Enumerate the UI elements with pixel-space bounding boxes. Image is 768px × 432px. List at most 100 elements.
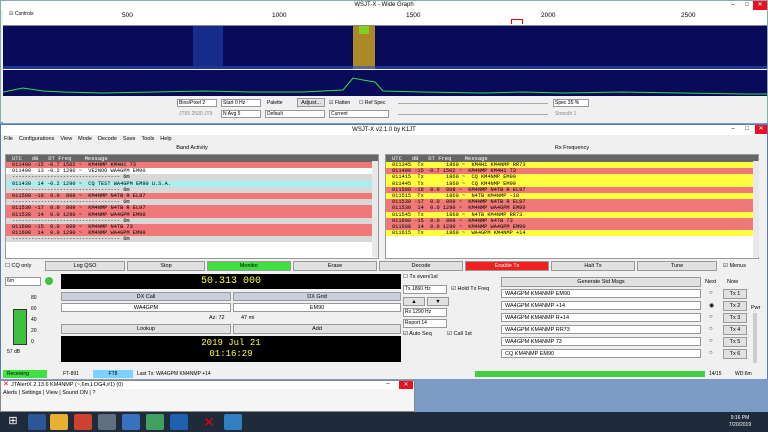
enable-tx-button[interactable]: Enable Tx xyxy=(465,261,549,271)
meter-db: 57 dB xyxy=(7,349,21,355)
windows-start-icon[interactable]: ⊞ xyxy=(4,414,22,430)
jtalert-menu[interactable]: Alerts | Settings | View | Sound ON | ? xyxy=(3,390,95,396)
palette-select[interactable]: Default xyxy=(265,110,325,118)
tx-message-row: CQ KM4NMP EM90 ○ Tx 6 xyxy=(501,349,751,360)
band-scrollbar[interactable] xyxy=(372,161,378,257)
controls-checkbox[interactable]: ☑ Controls xyxy=(9,11,34,17)
adjust-button[interactable]: Adjust... xyxy=(297,98,325,107)
close-icon[interactable]: ✕ xyxy=(753,1,767,10)
close-icon[interactable]: ✕ xyxy=(755,125,767,134)
flatten-checkbox[interactable]: ☑ Flatten xyxy=(329,100,350,106)
tx-message-row: WA4GPM KM4NMP R+14 ○ Tx 3 xyxy=(501,313,751,324)
jtalert-taskbar-icon[interactable]: ✕ xyxy=(200,414,218,430)
rx-freq-spinbox[interactable]: Rx 1290 Hz xyxy=(403,308,447,317)
tx-even-checkbox[interactable]: ☐ Tx even/1st xyxy=(403,274,438,280)
maximize-icon[interactable]: □ xyxy=(741,1,753,10)
tx-now-button[interactable]: Tx 6 xyxy=(723,349,747,359)
menu-tools[interactable]: Tools xyxy=(141,136,154,142)
menu-save[interactable]: Save xyxy=(123,136,136,142)
menu-help[interactable]: Help xyxy=(160,136,171,142)
call-1st-checkbox[interactable]: ☑ Call 1st xyxy=(447,331,472,337)
band-activity-pane[interactable]: UTC dB DT Freq Message 011400 -15 -0.7 1… xyxy=(5,154,379,259)
n-avg-spinbox[interactable]: N Avg 5 xyxy=(221,110,261,118)
minimize-icon[interactable]: – xyxy=(727,1,739,10)
tx-message-input[interactable]: CQ KM4NMP EM90 xyxy=(501,349,701,358)
report-spinbox[interactable]: Report 14 xyxy=(403,319,447,328)
dx-grid-input[interactable]: EM90 xyxy=(233,303,401,312)
tx-now-button[interactable]: Tx 3 xyxy=(723,313,747,323)
main-window: WSJT-X v2.1.0 by K1JT – □ ✕ File Configur… xyxy=(0,124,768,379)
tx-now-button[interactable]: Tx 1 xyxy=(723,289,747,299)
generate-std-msgs-button[interactable]: Generate Std Msgs xyxy=(501,277,701,287)
next-radio[interactable]: ○ xyxy=(709,350,713,356)
file-explorer-icon[interactable] xyxy=(50,414,68,430)
ref-spec-checkbox[interactable]: ☐ Ref Spec xyxy=(359,100,385,106)
spec-spinbox[interactable]: Spec 35 % xyxy=(553,99,589,107)
dx-call-input[interactable]: WA4GPM xyxy=(61,303,231,312)
tx-now-button[interactable]: Tx 5 xyxy=(723,337,747,347)
add-button[interactable]: Add xyxy=(233,324,401,334)
pwr-slider[interactable] xyxy=(753,313,757,363)
tx-message-input[interactable]: WA4GPM KM4NMP +14 xyxy=(501,301,701,310)
signal-meter: 80 60 40 20 0 57 dB xyxy=(5,291,55,355)
minimize-icon[interactable]: – xyxy=(383,381,393,389)
tx-now-button[interactable]: Tx 2 xyxy=(723,301,747,311)
menus-checkbox[interactable]: ☑ Menus xyxy=(723,263,746,269)
app-icon[interactable] xyxy=(146,414,164,430)
tx-message-input[interactable]: WA4GPM KM4NMP R+14 xyxy=(501,313,701,322)
chrome-icon[interactable] xyxy=(74,414,92,430)
spectrum-select[interactable]: Current xyxy=(329,110,389,118)
app-icon[interactable] xyxy=(224,414,242,430)
hold-tx-checkbox[interactable]: ☑ Hold Tx Freq xyxy=(451,286,489,292)
decode-row[interactable]: ---------------------------------- 6m xyxy=(6,236,378,243)
zero-slider[interactable] xyxy=(398,114,548,115)
tx-now-button[interactable]: Tx 4 xyxy=(723,325,747,335)
meter-label: 0 xyxy=(31,339,34,345)
auto-seq-checkbox[interactable]: ☑ Auto Seq xyxy=(403,331,432,337)
band-select[interactable]: 6m xyxy=(5,277,41,286)
erase-button[interactable]: Erase xyxy=(293,261,377,271)
rx-frequency-pane[interactable]: UTC dB DT Freq Message 011345 Tx 1860 ~ … xyxy=(385,154,759,259)
decode-row[interactable]: 011615 Tx 1860 ~ WA4GPM KM4NMP +14 xyxy=(386,230,758,237)
menu-mode[interactable]: Mode xyxy=(78,136,92,142)
rx-scrollbar[interactable] xyxy=(753,161,759,257)
app-icon[interactable] xyxy=(98,414,116,430)
decode-button[interactable]: Decode xyxy=(379,261,463,271)
menu-view[interactable]: View xyxy=(60,136,72,142)
start-spinbox[interactable]: Start 0 Hz xyxy=(221,99,261,107)
menu-file[interactable]: File xyxy=(4,136,13,142)
close-icon[interactable]: ✕ xyxy=(399,381,413,389)
now-header: Now xyxy=(727,279,739,285)
next-radio[interactable]: ○ xyxy=(709,314,713,320)
next-radio[interactable]: ◉ xyxy=(709,302,714,309)
stop-button[interactable]: Stop xyxy=(127,261,205,271)
monitor-button[interactable]: Monitor xyxy=(207,261,291,271)
clock-time: 9:16 PM xyxy=(730,415,750,421)
jtalert-title: JTAlertX 2.13.6 KM4NMP (~,6m,LOG4,#1) (0… xyxy=(1,381,414,389)
next-radio[interactable]: ○ xyxy=(709,290,713,296)
lookup-button[interactable]: Lookup xyxy=(61,324,231,334)
tx-to-rx-button[interactable]: ▲ xyxy=(403,297,425,306)
menu-decode[interactable]: Decode xyxy=(98,136,117,142)
halt-tx-button[interactable]: Halt Tx xyxy=(551,261,635,271)
app-icon[interactable] xyxy=(122,414,140,430)
jtalert-window: JTAlertX 2.13.6 KM4NMP (~,6m,LOG4,#1) (0… xyxy=(0,380,415,412)
tx-freq-spinbox[interactable]: Tx 1860 Hz xyxy=(403,285,447,294)
app-icon[interactable] xyxy=(170,414,188,430)
maximize-icon[interactable]: □ xyxy=(741,125,753,134)
tx-message-input[interactable]: WA4GPM KM4NMP EM90 xyxy=(501,289,701,298)
tune-button[interactable]: Tune xyxy=(637,261,717,271)
minimize-icon[interactable]: – xyxy=(727,125,739,134)
gain-slider[interactable] xyxy=(398,103,548,104)
tx-message-input[interactable]: WA4GPM KM4NMP RR73 xyxy=(501,325,701,334)
menu-configurations[interactable]: Configurations xyxy=(19,136,54,142)
rx-to-tx-button[interactable]: ▼ xyxy=(427,297,449,306)
bins-spinbox[interactable]: Bins/Pixel 2 xyxy=(177,99,217,107)
next-radio[interactable]: ○ xyxy=(709,338,713,344)
cq-only-checkbox[interactable]: ☐ CQ only xyxy=(5,263,31,269)
log-qso-button[interactable]: Log QSO xyxy=(45,261,125,271)
task-view-icon[interactable] xyxy=(28,414,46,430)
meter-label: 80 xyxy=(31,295,37,301)
tx-message-input[interactable]: WA4GPM KM4NMP 73 xyxy=(501,337,701,346)
next-radio[interactable]: ○ xyxy=(709,326,713,332)
